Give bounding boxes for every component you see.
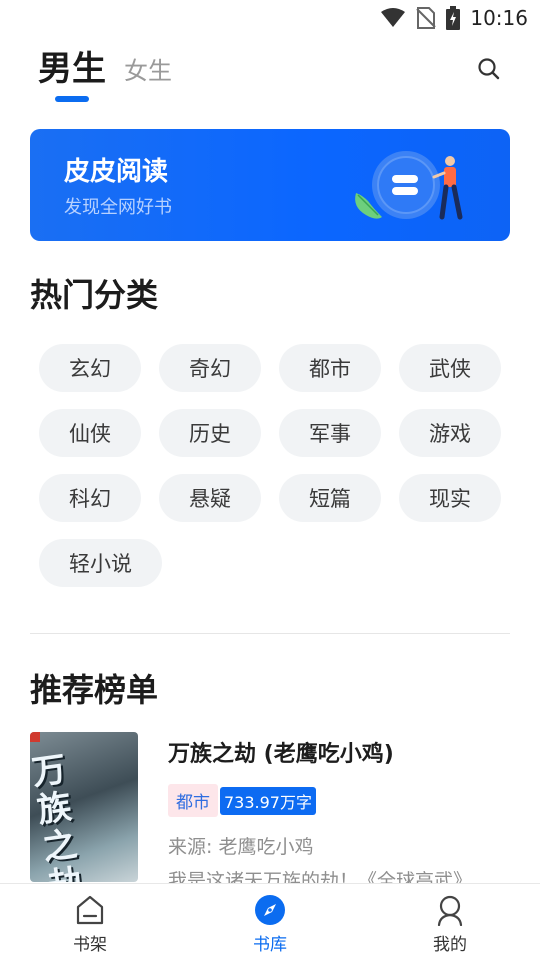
- no-sim-icon: [416, 7, 437, 29]
- category-chip[interactable]: 悬疑: [159, 474, 261, 522]
- tab-male[interactable]: 男生: [38, 48, 106, 90]
- section-divider: [30, 633, 510, 634]
- cover-badge: [30, 732, 40, 742]
- tab-female[interactable]: 女生: [124, 52, 172, 90]
- clock: 10:16: [470, 6, 528, 30]
- wifi-icon: [381, 8, 406, 27]
- category-chip[interactable]: 游戏: [399, 409, 501, 457]
- compass-icon: [255, 895, 285, 925]
- reading-illustration-icon: [355, 151, 463, 220]
- book-description: 我是这诸天万族的劫！《全球高武》: [168, 870, 473, 884]
- status-icons: 10:16: [380, 6, 528, 30]
- promo-banner[interactable]: 皮皮阅读 发现全网好书: [30, 129, 510, 241]
- category-chip[interactable]: 现实: [399, 474, 501, 522]
- category-chip[interactable]: 武侠: [399, 344, 501, 392]
- category-chip[interactable]: 军事: [279, 409, 381, 457]
- hot-categories-title: 热门分类: [30, 276, 159, 314]
- category-chip[interactable]: 都市: [279, 344, 381, 392]
- category-chip[interactable]: 科幻: [39, 474, 141, 522]
- nav-item-library[interactable]: 书库: [230, 894, 310, 955]
- nav-item-profile[interactable]: 我的: [410, 894, 490, 955]
- nav-label: 我的: [433, 935, 467, 955]
- category-chip[interactable]: 短篇: [279, 474, 381, 522]
- banner-subtitle: 发现全网好书: [64, 197, 172, 218]
- book-card[interactable]: 万族之劫 万族之劫 (老鹰吃小鸡) 都市 733.97万字 来源: 老鹰吃小鸡 …: [30, 732, 510, 884]
- banner-title: 皮皮阅读: [64, 157, 169, 187]
- nav-item-bookshelf[interactable]: 书架: [50, 894, 130, 955]
- book-cover[interactable]: 万族之劫: [30, 732, 138, 882]
- category-chip[interactable]: 奇幻: [159, 344, 261, 392]
- genre-badge: 都市: [168, 784, 218, 817]
- nav-label: 书架: [73, 935, 107, 955]
- gender-tabs: 男生 女生: [38, 48, 172, 90]
- ranking-title: 推荐榜单: [30, 671, 159, 709]
- category-chip[interactable]: 玄幻: [39, 344, 141, 392]
- bottom-nav: 书架 书库 我的: [0, 883, 540, 960]
- category-chip[interactable]: 轻小说: [39, 539, 162, 587]
- person-icon: [437, 895, 463, 926]
- book-title[interactable]: 万族之劫 (老鹰吃小鸡): [168, 736, 394, 768]
- cover-title-art: 万族之劫: [30, 749, 85, 882]
- nav-label: 书库: [253, 935, 287, 955]
- book-tags: 都市 733.97万字: [168, 784, 316, 817]
- bookshelf-icon: [76, 895, 104, 925]
- category-chip[interactable]: 仙侠: [39, 409, 141, 457]
- search-icon[interactable]: [476, 56, 502, 82]
- book-source: 来源: 老鹰吃小鸡: [168, 836, 314, 858]
- status-bar: 10:16: [0, 0, 540, 36]
- active-tab-indicator: [55, 96, 89, 102]
- word-count-badge: 733.97万字: [220, 786, 316, 815]
- category-chip[interactable]: 历史: [159, 409, 261, 457]
- battery-charging-icon: [446, 6, 461, 30]
